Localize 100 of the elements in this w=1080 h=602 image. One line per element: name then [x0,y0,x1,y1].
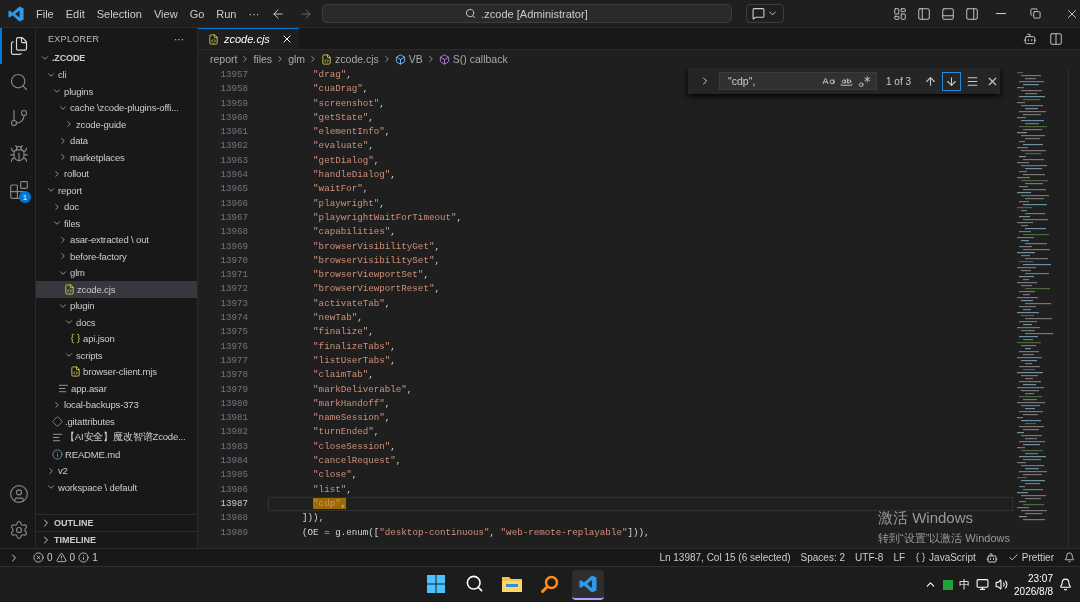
braces-icon [70,333,81,345]
more-button[interactable]: ··· [169,30,189,48]
next-match-button[interactable] [942,71,962,91]
menu-item[interactable]: ··· [242,4,266,23]
code-editor-logo-icon [579,574,598,593]
line-number: 13965 [220,182,248,197]
tree-item[interactable]: data [36,132,197,149]
folder-icon [502,575,523,592]
problem-count: 0 [47,552,53,563]
line-number: 13964 [220,168,248,183]
tree-item[interactable]: asar-extracted \ out [36,231,197,248]
language-mode[interactable]: JavaScript [910,552,981,563]
arrow-down-icon [945,74,959,88]
js-file-icon [70,366,81,378]
chat-button[interactable] [745,4,784,23]
variable-icon [394,53,406,65]
panel-right-icon [964,6,979,21]
section-header[interactable]: OUTLINE [36,514,197,531]
tree-item[interactable]: local-backups-373 [36,396,197,413]
info-icon [78,552,90,563]
tree-item[interactable]: cache \zcode-plugins-offi... [36,99,197,116]
tree-item[interactable]: report [36,182,197,199]
tree-item[interactable]: zcode.cjs [36,281,197,298]
menu-item[interactable]: Edit [59,4,91,23]
monitor-icon[interactable] [976,578,990,591]
status-item[interactable]: UTF-8 [850,552,889,563]
line-number: 13978 [220,368,248,383]
js-file-icon [64,283,75,295]
tree-item[interactable]: app.asar [36,380,197,397]
breadcrumb[interactable]: report [210,53,238,65]
menu-item[interactable]: Run [210,4,243,23]
text-file-icon [52,432,63,444]
tree-item[interactable]: .ZCODE [36,50,197,67]
status-item[interactable]: LF [888,552,911,563]
menu-item[interactable]: Selection [90,4,148,23]
tree-item[interactable]: marketplaces [36,149,197,166]
tree-item[interactable]: scripts [36,347,197,364]
breadcrumb[interactable]: S() callback [438,53,508,65]
tree-item[interactable]: doc [36,198,197,215]
input-method[interactable]: 中 [959,577,971,592]
code-line: "playwright", [312,197,385,210]
tree-item[interactable]: rollout [36,165,197,182]
tree-item[interactable]: 【AI安全】魔改智谱Zcode... [36,429,197,446]
tree-item[interactable]: browser-client.mjs [36,363,197,380]
find-field[interactable]: "cdp", [719,72,877,90]
tree-item[interactable]: plugin [36,297,197,314]
bot-icon [1023,31,1037,46]
tree-item[interactable]: before-factory [36,248,197,265]
status-item[interactable]: Spaces: 2 [795,552,851,563]
volume-icon[interactable] [995,578,1009,591]
code-line: "markHandoff", [312,397,391,411]
breadcrumb[interactable]: zcode.cjs [321,53,379,65]
problems-status[interactable]: 0 0 1 [28,552,103,563]
tree-item[interactable]: docs [36,314,197,331]
code-line: "closeSession", [312,440,396,453]
line-number: 13984 [220,454,248,468]
magnifier-icon [541,574,560,593]
clock[interactable]: 23:07 2026/8/8 [1014,571,1053,598]
code-line: "browserViewportSet", [312,269,429,282]
line-number: 13974 [220,311,248,326]
tree-item[interactable]: api.json [36,330,197,347]
menu-item[interactable]: Go [183,4,211,23]
js-file-icon [321,53,333,65]
code-line: "waitFor", [312,183,369,196]
menu-item[interactable]: View [147,4,184,23]
breadcrumb[interactable]: VB [394,53,423,65]
menu-item[interactable]: File [30,4,60,23]
code-line: "nameSession", [312,412,391,425]
line-number: 13980 [220,396,248,411]
bell-icon[interactable] [1059,578,1072,591]
status-item[interactable]: Ln 13987, Col 15 (6 selected) [654,552,796,563]
tree-item[interactable]: README.md [36,446,197,463]
tree-item[interactable]: .gitattributes [36,413,197,430]
tree-item[interactable]: glm [36,264,197,281]
tree-item[interactable]: files [36,215,197,232]
tree-item[interactable]: v2 [36,462,197,479]
find-input[interactable]: "cdp", [726,74,819,88]
code-line: "elementInfo", [312,126,391,139]
breadcrumb[interactable]: glm [288,53,306,65]
tray-app-icon[interactable] [943,579,954,590]
taskbar-app[interactable] [572,569,605,600]
tree-item[interactable]: cli [36,66,197,83]
panel-left-icon [916,6,931,21]
arrow-up-icon [924,74,938,88]
line-number: 13970 [220,253,248,268]
command-center[interactable]: .zcode [Administrator] [321,4,732,23]
editor-tab[interactable]: zcode.cjs [198,28,299,49]
code-line: "activateTab", [312,297,391,311]
line-number: 13958 [220,82,248,97]
tree-item[interactable]: plugins [36,83,197,100]
breadcrumb[interactable]: files [253,53,273,65]
code-line: "handleDialog", [312,169,396,182]
activity-button[interactable]: 1 [0,172,36,208]
layout-icon [892,6,907,21]
line-number: 13957 [220,68,248,82]
formatter-status[interactable]: Prettier [1002,552,1059,563]
tree-item[interactable]: zcode-guide [36,116,197,133]
tree-item[interactable]: workspace \ default [36,479,197,496]
text-file-icon [58,382,69,394]
panel-bottom-icon [940,6,955,21]
